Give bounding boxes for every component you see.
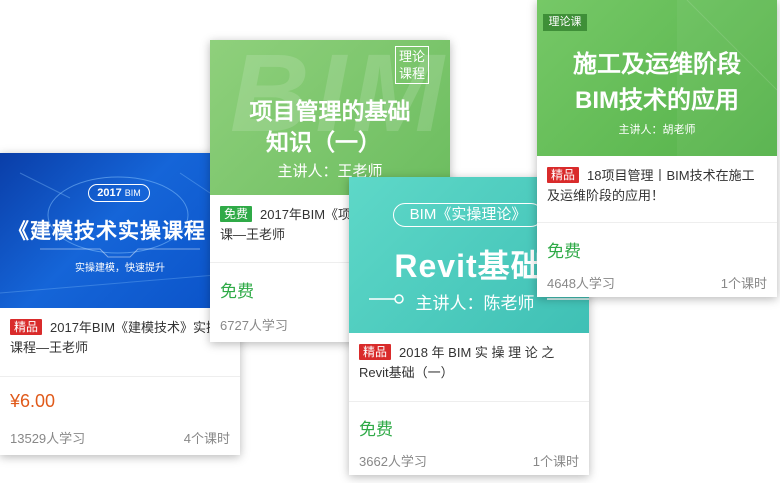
cover-teacher: 主讲人：胡老师	[618, 124, 696, 136]
lesson-count: 1个课时	[532, 454, 579, 469]
course-card-4[interactable]: 理论课 施工及运维阶段 BIM技术的应用 主讲人：胡老师 精品 18项目管理丨BI…	[537, 0, 777, 297]
cover-top-banner: BIM《实操理论》	[393, 203, 543, 227]
cover-title-line1: 项目管理的基础	[249, 98, 411, 124]
course-cover-2[interactable]: BIM 理论课程 项目管理的基础 知识（一） 主讲人：王老师	[210, 40, 450, 195]
course-price: 免费	[359, 420, 393, 439]
cover-title: 《建模技术实操课程	[8, 220, 206, 243]
premium-tag: 精品	[359, 344, 392, 360]
theory-badge: 理论课	[543, 14, 587, 31]
course-card-1[interactable]: 2017 BIM 《建模技术实操课程 实操建模，快速提升 精品 2017年BIM《…	[0, 153, 240, 455]
cover-teacher: 主讲人：陈老师	[415, 294, 535, 313]
course-price: ¥6.00	[10, 391, 56, 411]
theory-badge: 理论课程	[395, 46, 429, 84]
course-price: 免费	[220, 282, 254, 301]
student-count: 4648人学习	[547, 276, 615, 291]
course-price: 免费	[547, 242, 581, 261]
free-tag: 免费	[220, 206, 253, 222]
divider	[349, 401, 589, 402]
year-badge: 2017 BIM	[88, 184, 150, 202]
cover-title-line2: BIM技术的应用	[575, 87, 739, 114]
lesson-count: 1个课时	[720, 276, 767, 291]
course-title[interactable]: 精品 2018 年 BIM 实 操 理 论 之 Revit基础（一）	[359, 343, 579, 383]
cover-title-line1: 施工及运维阶段	[573, 51, 741, 78]
divider	[537, 222, 777, 223]
student-count: 13529人学习	[10, 431, 86, 446]
student-count: 3662人学习	[359, 454, 427, 469]
lesson-count: 4个课时	[183, 431, 230, 446]
course-cover-1[interactable]: 2017 BIM 《建模技术实操课程 实操建模，快速提升	[0, 153, 240, 308]
premium-tag: 精品	[10, 319, 43, 335]
course-meta: 4648人学习 1个课时	[547, 273, 767, 292]
course-title[interactable]: 精品 18项目管理丨BIM技术在施工及运维阶段的应用！	[547, 166, 767, 206]
cover-title-line2: 知识（一）	[266, 129, 381, 155]
student-count: 6727人学习	[220, 318, 288, 333]
course-meta: 3662人学习 1个课时	[359, 451, 579, 470]
course-cover-4[interactable]: 理论课 施工及运维阶段 BIM技术的应用 主讲人：胡老师	[537, 0, 777, 156]
course-meta: 13529人学习 4个课时	[10, 428, 230, 447]
course-title[interactable]: 精品 2017年BIM《建模技术》实操课程—王老师	[10, 318, 230, 358]
cover-subtitle: 实操建模，快速提升	[75, 263, 165, 274]
divider	[0, 376, 240, 377]
premium-tag: 精品	[547, 167, 580, 183]
